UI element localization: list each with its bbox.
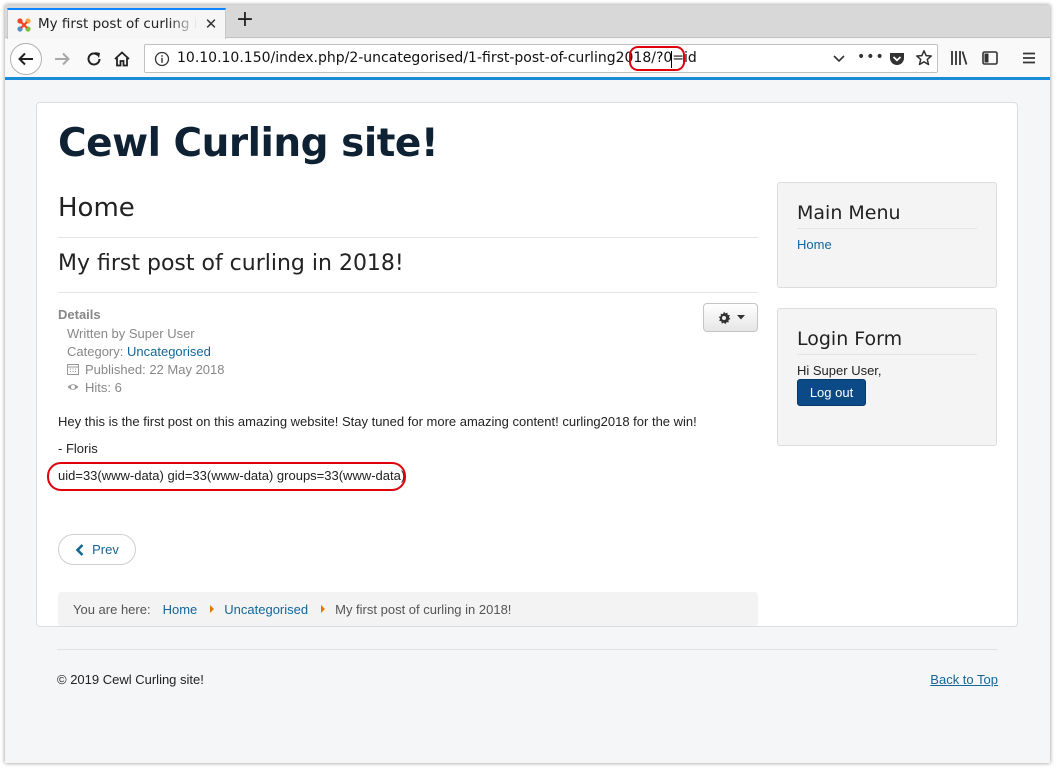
tab-title: My first post of curling in 2018! bbox=[38, 16, 198, 32]
prev-label: Prev bbox=[92, 542, 119, 557]
article-details: Details Written by Super User Category: … bbox=[58, 293, 758, 413]
breadcrumb-separator-icon bbox=[321, 605, 326, 613]
pocket-icon[interactable] bbox=[888, 50, 906, 68]
url-bar[interactable]: 10.10.10.150/index.php/2-uncategorised/1… bbox=[144, 44, 938, 73]
main-menu-module: Main Menu Home bbox=[777, 182, 997, 288]
footer-divider bbox=[57, 649, 998, 650]
chevron-left-icon bbox=[75, 543, 84, 556]
published-date: Published: 22 May 2018 bbox=[85, 362, 225, 377]
output-highlight-annotation bbox=[47, 462, 406, 491]
info-icon[interactable] bbox=[154, 51, 170, 67]
breadcrumb-current: My first post of curling in 2018! bbox=[335, 601, 512, 617]
eye-icon bbox=[67, 384, 79, 390]
hamburger-menu-icon[interactable] bbox=[1020, 49, 1038, 67]
content-card: Cewl Curling site! Home My first post of… bbox=[36, 102, 1018, 627]
dropdown-icon[interactable] bbox=[831, 50, 847, 66]
caret-down-icon bbox=[736, 315, 745, 320]
category-label: Category: bbox=[67, 344, 124, 359]
site-title[interactable]: Cewl Curling site! bbox=[58, 121, 439, 166]
page-heading: Home bbox=[58, 183, 758, 238]
user-greeting: Hi Super User, bbox=[797, 363, 882, 378]
navigation-toolbar: 10.10.10.150/index.php/2-uncategorised/1… bbox=[5, 39, 1050, 80]
tab-strip: My first post of curling in 2018! ✕ + bbox=[5, 5, 1050, 39]
article-tools-button[interactable] bbox=[703, 303, 758, 332]
login-form-title: Login Form bbox=[797, 328, 977, 355]
article-paragraph: Hey this is the first post on this amazi… bbox=[58, 414, 697, 429]
logout-button[interactable]: Log out bbox=[797, 379, 866, 406]
article-signature: - Floris bbox=[58, 441, 98, 456]
command-output: uid=33(www-data) gid=33(www-data) groups… bbox=[47, 462, 758, 491]
star-icon[interactable] bbox=[915, 49, 933, 67]
details-hits: Hits: 6 bbox=[58, 379, 758, 397]
new-tab-button[interactable]: + bbox=[233, 9, 257, 33]
joomla-favicon-icon bbox=[17, 18, 31, 32]
breadcrumb: You are here: Home Uncategorised My firs… bbox=[58, 592, 758, 626]
main-menu-title: Main Menu bbox=[797, 202, 977, 229]
browser-window: My first post of curling in 2018! ✕ + 10… bbox=[5, 5, 1050, 763]
back-button[interactable] bbox=[10, 43, 42, 75]
main-content: Home My first post of curling in 2018! D… bbox=[47, 183, 758, 626]
library-icon[interactable] bbox=[949, 49, 969, 67]
tab-close-icon[interactable]: ✕ bbox=[202, 15, 220, 33]
forward-icon bbox=[55, 52, 70, 66]
sidebar-icon[interactable] bbox=[981, 49, 999, 67]
details-category: Category: Uncategorised bbox=[58, 343, 758, 361]
text-cursor bbox=[671, 51, 672, 68]
forward-button[interactable] bbox=[47, 44, 77, 74]
breadcrumb-home[interactable]: Home bbox=[163, 602, 198, 617]
tab-active[interactable]: My first post of curling in 2018! ✕ bbox=[7, 8, 226, 39]
back-to-top-link[interactable]: Back to Top bbox=[930, 672, 998, 687]
login-form-module: Login Form Hi Super User, Log out bbox=[777, 308, 997, 446]
breadcrumb-label: You are here: bbox=[73, 601, 151, 617]
back-icon bbox=[18, 52, 33, 66]
details-published: Published: 22 May 2018 bbox=[58, 361, 758, 379]
calendar-icon bbox=[67, 364, 79, 375]
breadcrumb-category[interactable]: Uncategorised bbox=[224, 602, 308, 617]
reload-icon bbox=[87, 52, 101, 66]
article-title: My first post of curling in 2018! bbox=[58, 238, 758, 293]
prev-button[interactable]: Prev bbox=[58, 534, 136, 565]
category-link[interactable]: Uncategorised bbox=[127, 344, 211, 359]
details-label: Details bbox=[58, 307, 101, 322]
home-icon bbox=[114, 51, 130, 67]
url-highlight-annotation bbox=[629, 46, 685, 71]
reload-button[interactable] bbox=[79, 44, 109, 74]
menu-item-home[interactable]: Home bbox=[797, 237, 832, 252]
footer-copyright: © 2019 Cewl Curling site! bbox=[57, 672, 204, 687]
details-author: Written by Super User bbox=[67, 326, 195, 341]
sidebar: Main Menu Home Login Form Hi Super User,… bbox=[777, 182, 997, 466]
page-actions-more-icon[interactable]: ••• bbox=[857, 49, 885, 65]
home-button[interactable] bbox=[107, 44, 137, 74]
page-viewport: Cewl Curling site! Home My first post of… bbox=[5, 83, 1050, 763]
url-text[interactable]: 10.10.10.150/index.php/2-uncategorised/1… bbox=[177, 50, 697, 66]
hits-count: Hits: 6 bbox=[85, 380, 122, 395]
gear-icon bbox=[718, 311, 730, 324]
breadcrumb-separator-icon bbox=[210, 605, 215, 613]
